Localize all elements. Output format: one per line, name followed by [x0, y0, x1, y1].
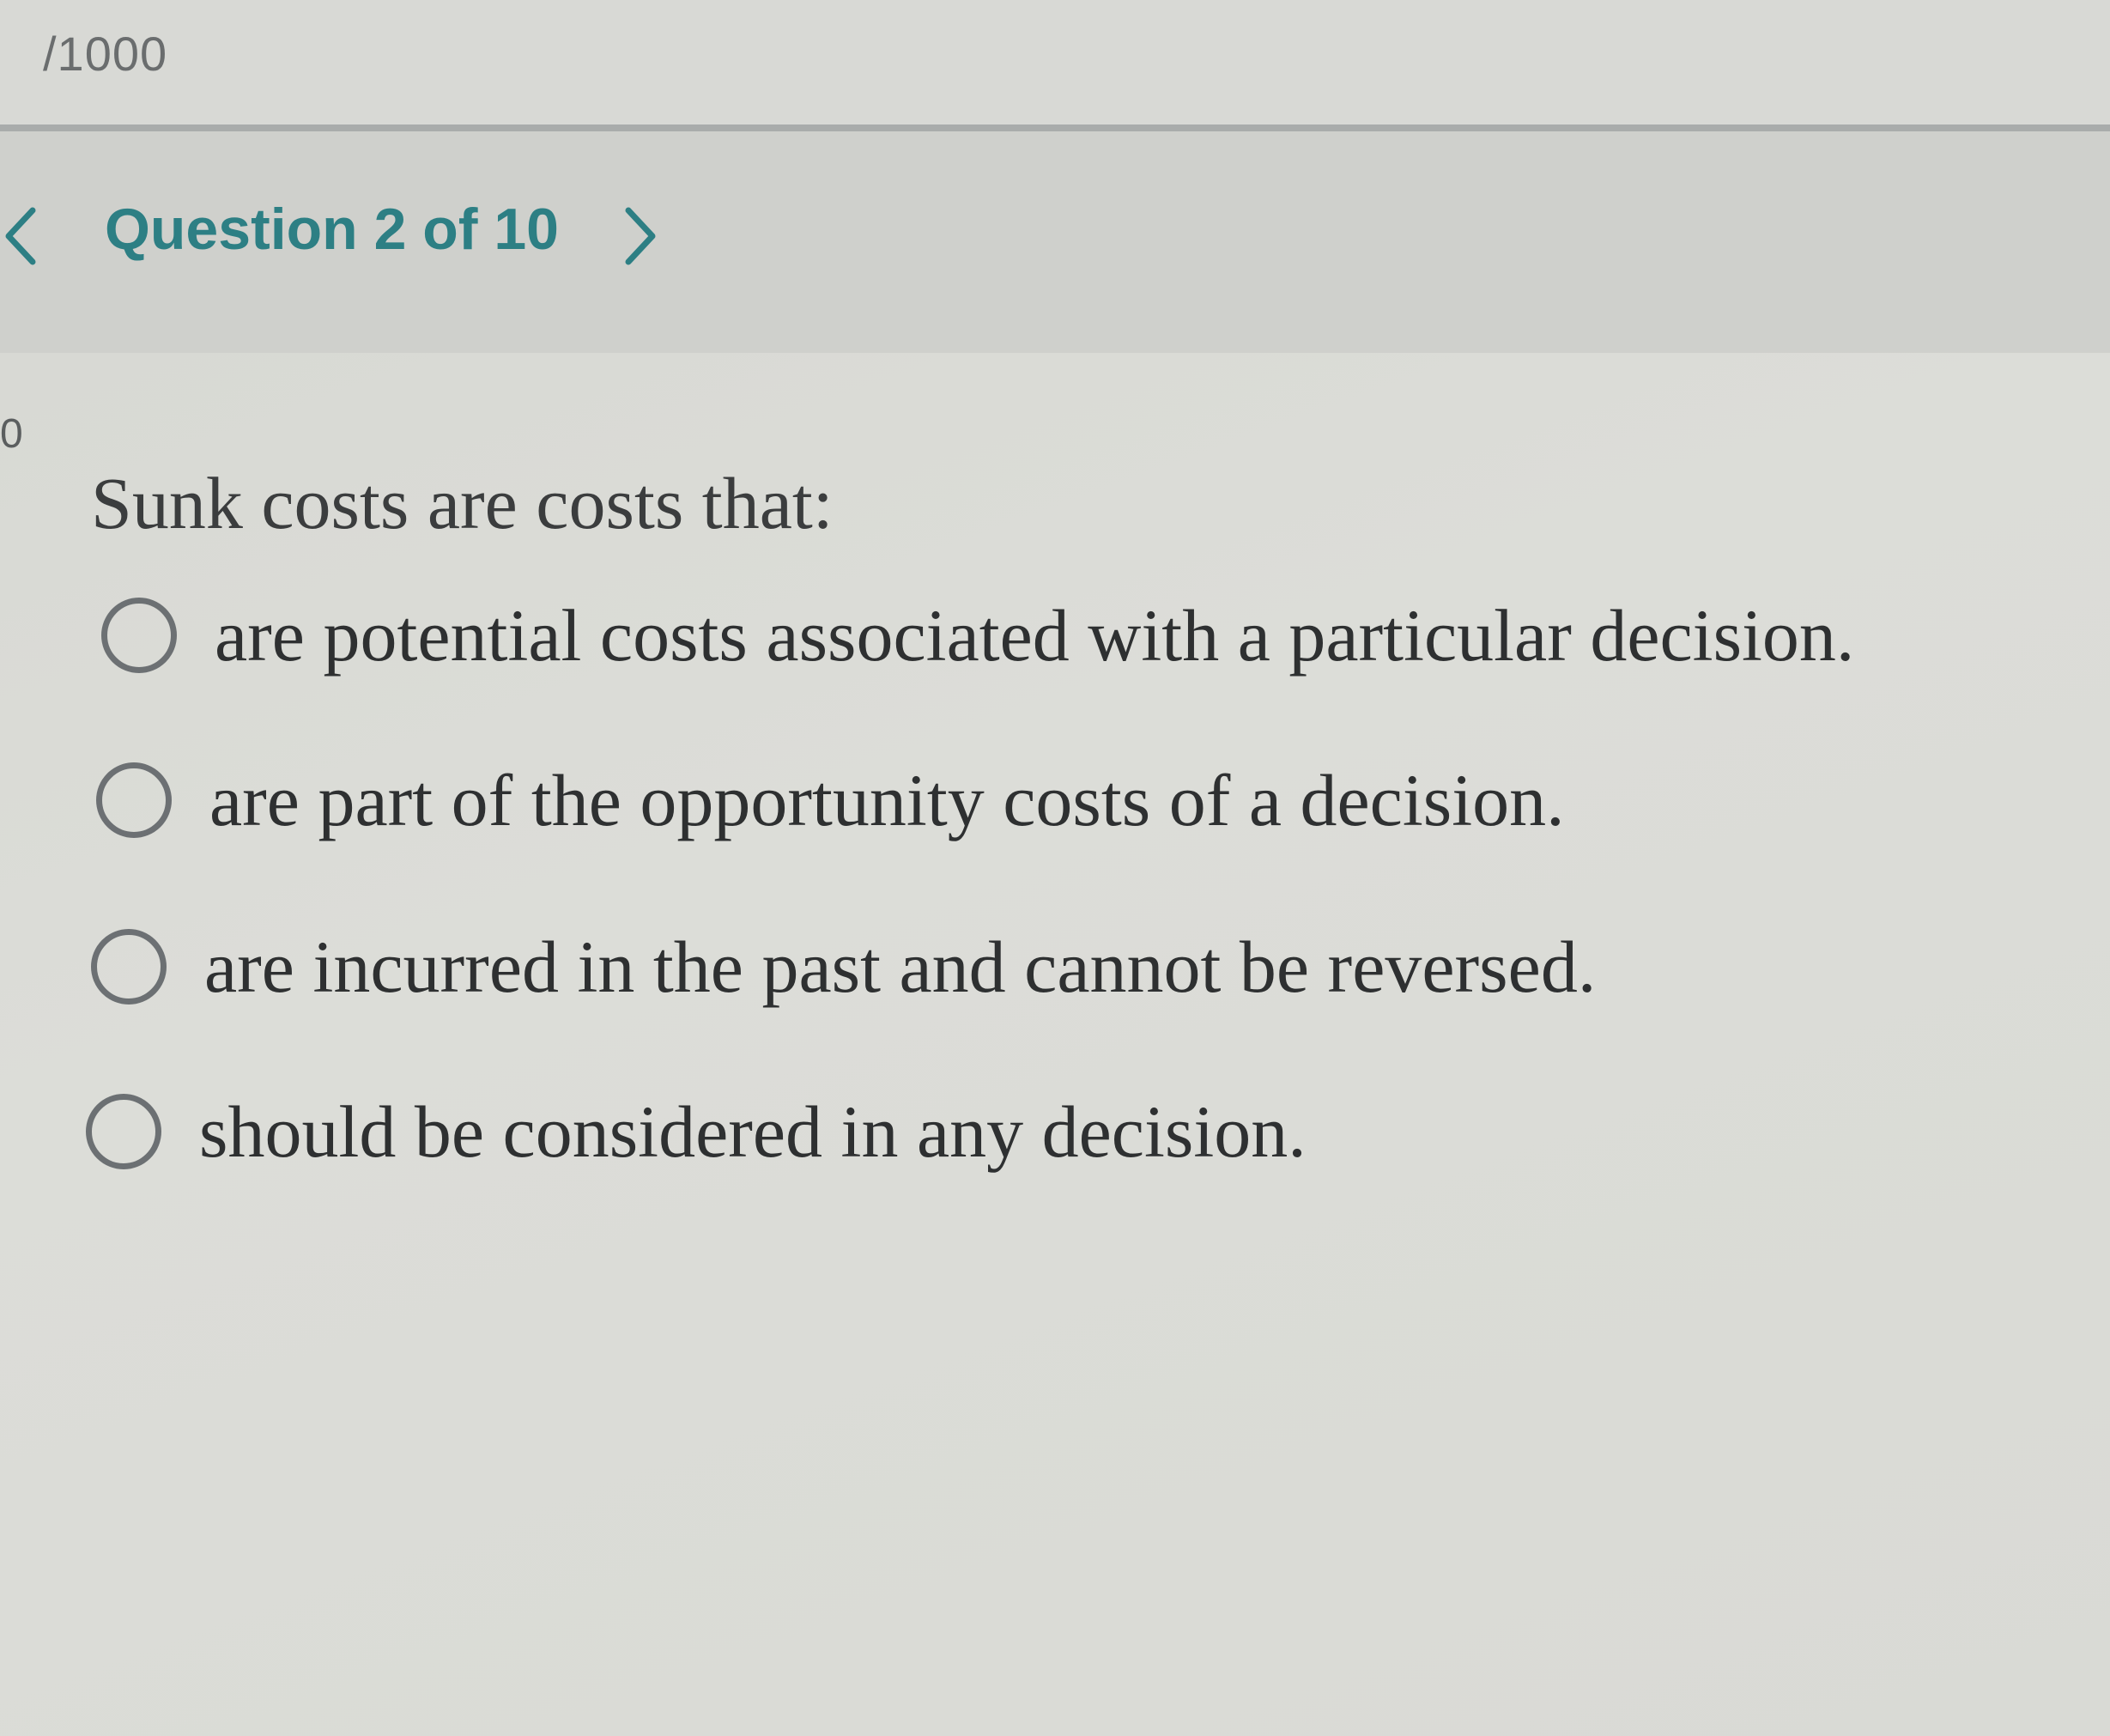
answer-option-label: are potential costs associated with a pa…	[215, 594, 1855, 677]
score-suffix: /1000	[43, 27, 168, 81]
answer-option-a[interactable]: are potential costs associated with a pa…	[101, 592, 1854, 678]
chevron-right-icon	[625, 207, 656, 265]
radio-button-icon[interactable]	[101, 598, 177, 673]
radio-button-icon[interactable]	[91, 929, 167, 1005]
next-question-button[interactable]	[620, 202, 659, 270]
answer-option-c[interactable]: are incurred in the past and cannot be r…	[91, 924, 1596, 1010]
radio-button-icon[interactable]	[96, 762, 172, 838]
answer-option-b[interactable]: are part of the opportunity costs of a d…	[96, 757, 1565, 843]
top-bar: /1000	[0, 0, 2110, 124]
radio-button-icon[interactable]	[86, 1094, 161, 1169]
sidebar-fragment: 0	[0, 411, 23, 457]
question-prompt: Sunk costs are costs that:	[91, 462, 834, 544]
chevron-left-icon	[5, 207, 36, 265]
header-divider	[0, 124, 2110, 131]
answer-option-label: are part of the opportunity costs of a d…	[209, 759, 1565, 841]
answer-option-label: should be considered in any decision.	[199, 1090, 1307, 1173]
question-counter: Question 2 of 10	[105, 197, 559, 262]
answer-option-label: are incurred in the past and cannot be r…	[204, 926, 1597, 1008]
answer-option-d[interactable]: should be considered in any decision.	[86, 1089, 1307, 1175]
previous-question-button[interactable]	[2, 202, 41, 270]
